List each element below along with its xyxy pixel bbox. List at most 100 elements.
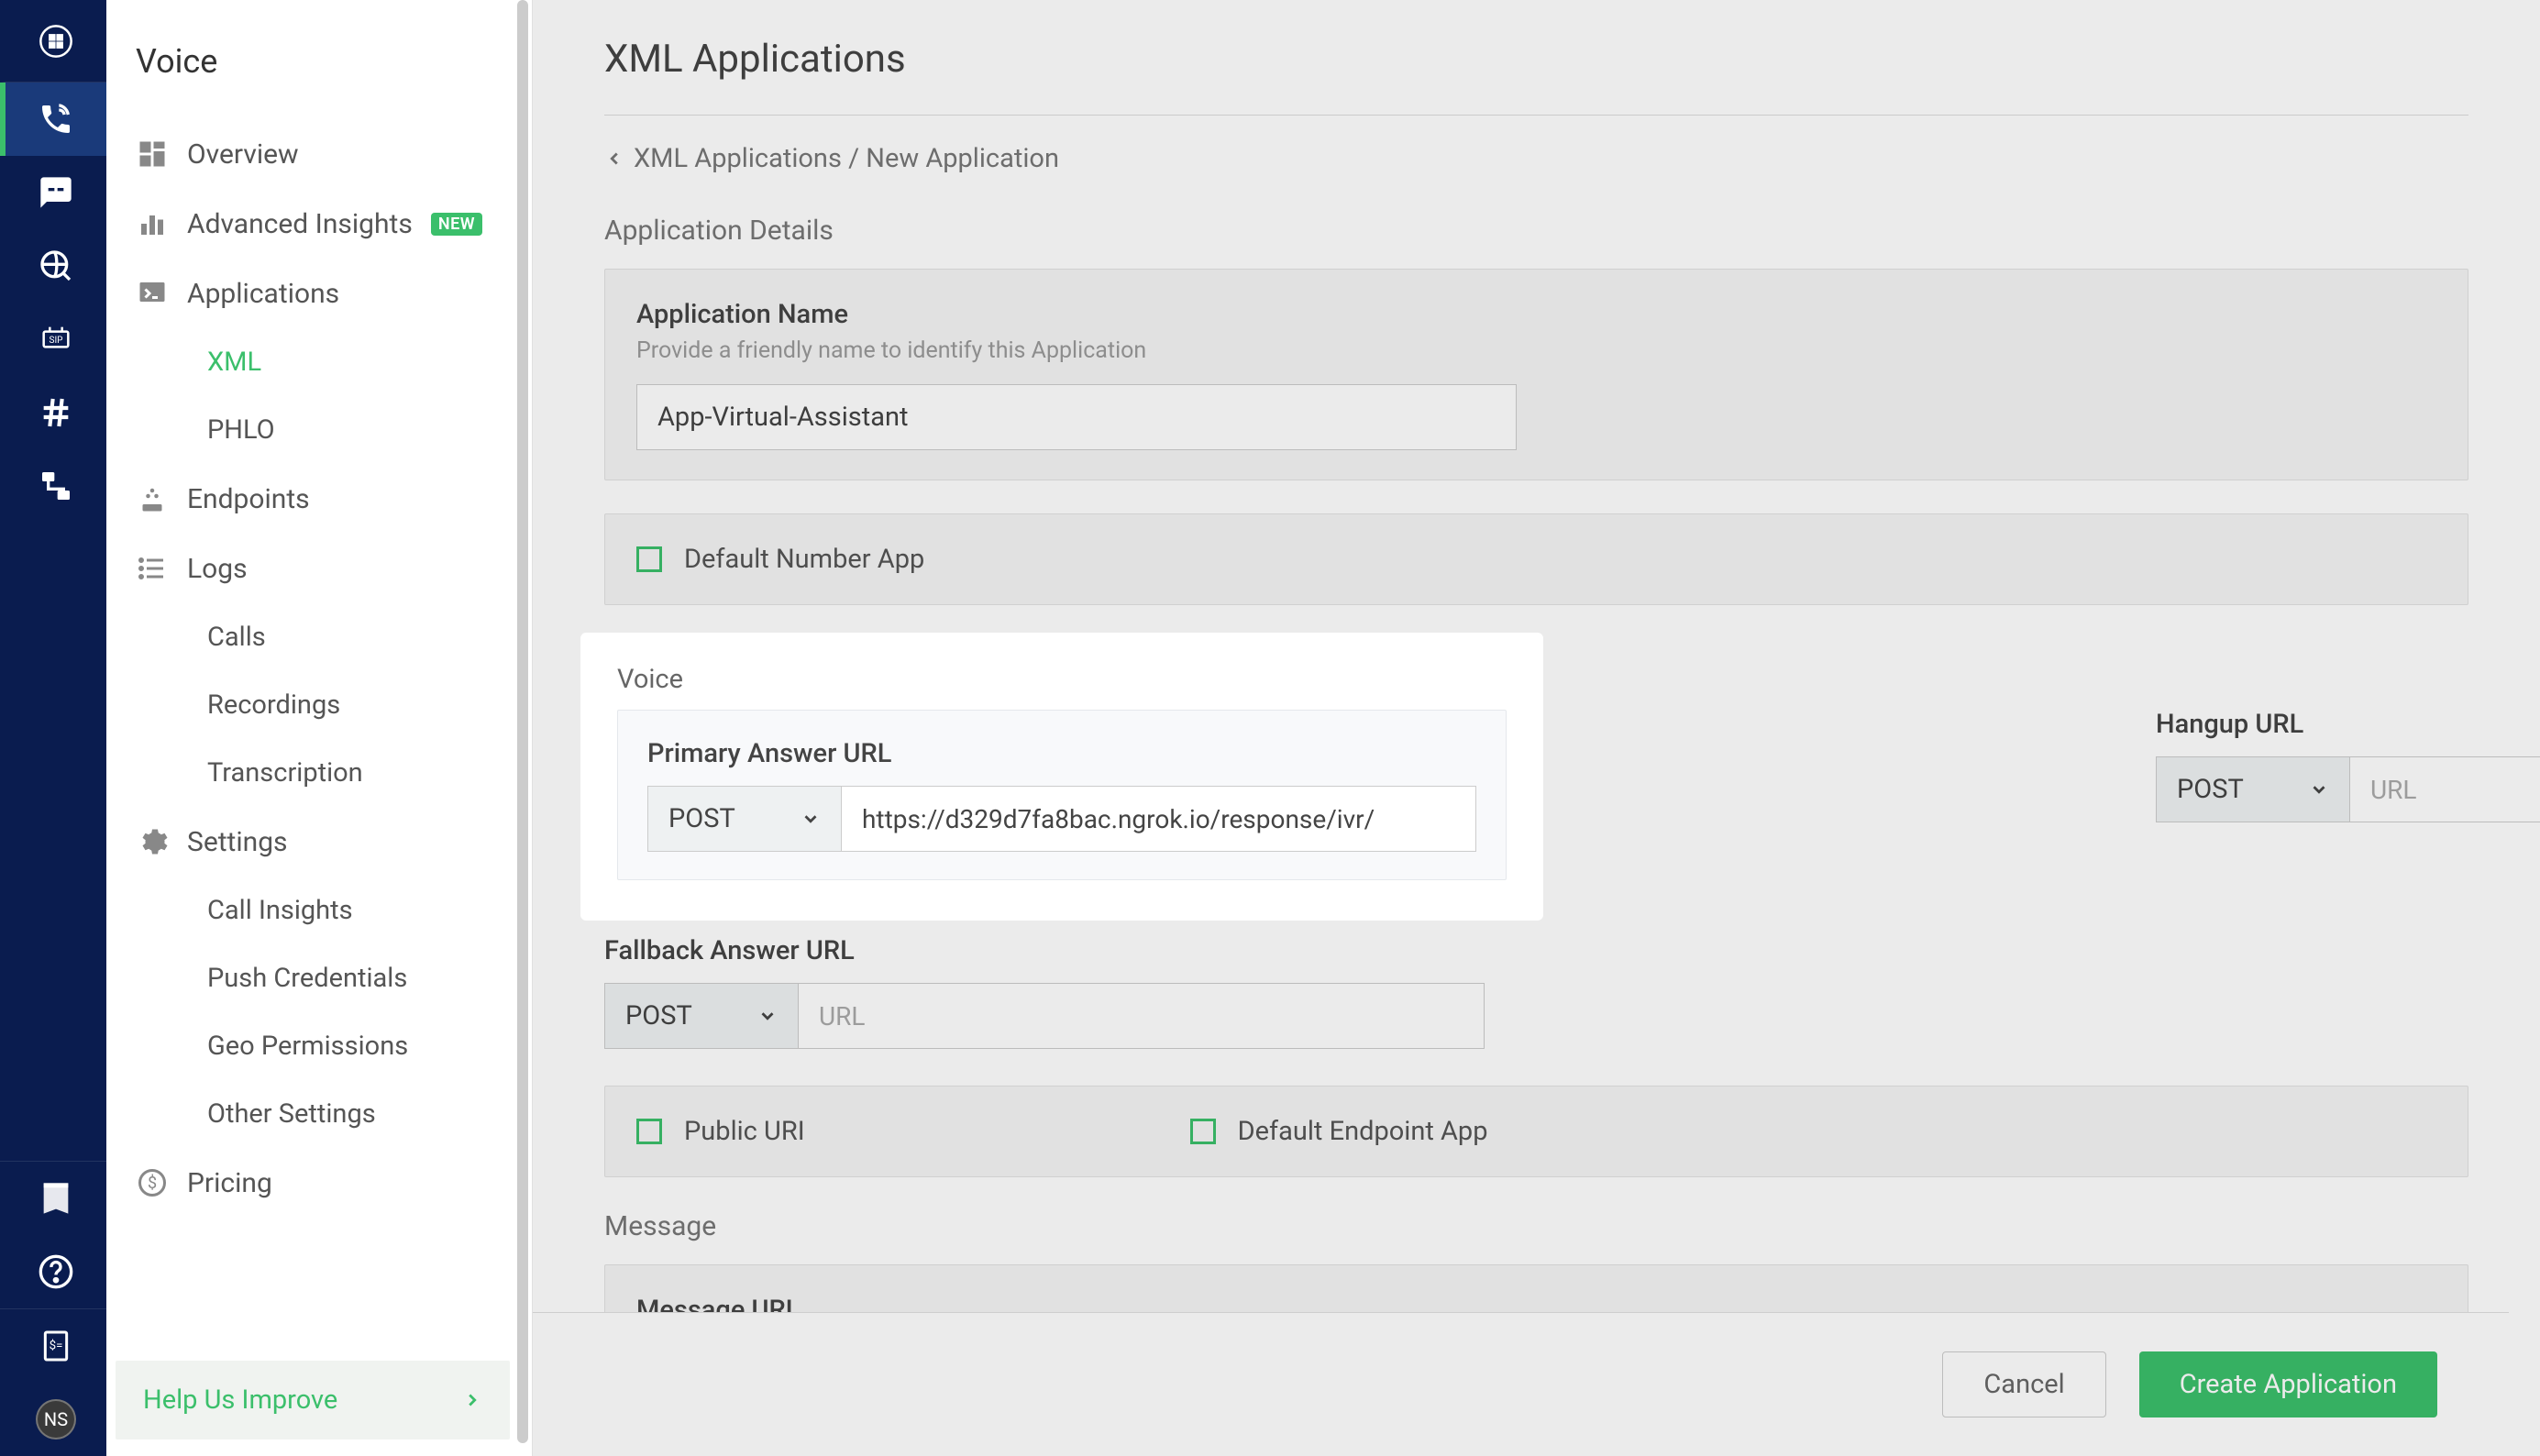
nav-item-applications[interactable]: Applications [106,259,532,328]
rail-item-numbers[interactable] [0,376,106,449]
hash-icon [38,394,74,431]
chevron-left-icon [604,149,624,169]
nav-label: Logs [187,553,248,585]
nav-label: Settings [187,826,288,858]
breadcrumb-text: XML Applications / New Application [634,143,1059,174]
voice-highlight-block: Voice Primary Answer URL POST [586,638,1538,915]
section-message: Message [604,1210,2468,1242]
nav-item-other-settings[interactable]: Other Settings [106,1080,532,1148]
phone-icon [38,101,74,138]
list-icon [136,552,169,585]
input-fallback-url[interactable] [799,983,1485,1049]
svg-text:SIP: SIP [50,336,63,346]
endpoints-icon [136,482,169,515]
hint-application-name: Provide a friendly name to identify this… [636,337,2436,364]
input-application-name[interactable] [636,384,1517,450]
select-primary-method[interactable]: POST [647,786,842,852]
scrollbar[interactable] [517,0,528,1443]
rail-item-docs[interactable] [0,1162,106,1235]
select-fallback-method[interactable]: POST [604,983,799,1049]
nav-item-transcription[interactable]: Transcription [106,739,532,807]
checkbox-default-endpoint[interactable] [1190,1119,1216,1144]
nav-label: Transcription [207,757,363,789]
receipt-icon: $= [38,1328,74,1364]
cancel-label: Cancel [1983,1369,2064,1400]
rail-item-account[interactable]: NS [0,1383,106,1456]
create-label: Create Application [2180,1369,2397,1400]
rail-item-voice[interactable] [0,83,106,156]
avatar: NS [36,1399,76,1439]
select-hangup-method-value: POST [2177,774,2244,805]
nav-label: Other Settings [207,1098,376,1130]
checkbox-default-number[interactable] [636,546,662,572]
chat-icon [38,174,74,211]
rail-item-help[interactable] [0,1235,106,1308]
gear-icon [136,825,169,858]
sidebar-title: Voice [106,0,532,119]
help-improve-label: Help Us Improve [143,1384,337,1416]
label-default-endpoint: Default Endpoint App [1238,1116,1488,1147]
page-title: XML Applications [604,37,2468,116]
nav-item-push-credentials[interactable]: Push Credentials [106,944,532,1012]
rail-item-lookup[interactable] [0,229,106,303]
nav-label: Applications [187,278,339,310]
section-application-details: Application Details [604,215,2468,247]
label-primary-answer: Primary Answer URL [647,738,1476,769]
terminal-icon [136,277,169,310]
new-badge: NEW [431,213,482,236]
rail-item-zentrunk[interactable] [0,449,106,523]
label-application-name: Application Name [636,299,2436,330]
svg-text:$=: $= [50,1339,63,1352]
main-content: XML Applications XML Applications / New … [533,0,2540,1456]
svg-text:$: $ [148,1174,157,1193]
nav-label: XML [207,347,261,378]
input-hangup-url[interactable] [2350,756,2540,822]
dashboard-icon [136,138,169,171]
nav-item-settings[interactable]: Settings [106,807,532,877]
label-fallback: Fallback Answer URL [604,935,2468,966]
card-hangup: Hangup URL POST [2156,709,2540,822]
nav-label: PHLO [207,414,275,446]
chevron-down-icon [801,809,821,829]
nav-label: Push Credentials [207,963,407,994]
breadcrumb[interactable]: XML Applications / New Application [604,116,2468,215]
nav-item-calls[interactable]: Calls [106,603,532,671]
rail-item-messaging[interactable] [0,156,106,229]
nav-item-insights[interactable]: Advanced Insights NEW [106,189,532,259]
help-improve-button[interactable]: Help Us Improve [116,1361,510,1439]
section-voice: Voice [617,664,1507,695]
sip-icon: SIP [38,321,74,358]
cancel-button[interactable]: Cancel [1942,1351,2105,1417]
avatar-initials: NS [44,1408,68,1430]
chevron-down-icon [2309,779,2329,800]
create-application-button[interactable]: Create Application [2139,1351,2437,1417]
nav-label: Recordings [207,689,340,721]
nav-label: Endpoints [187,483,310,515]
label-public-uri: Public URI [684,1116,805,1147]
chart-icon [136,207,169,240]
chevron-right-icon [462,1390,482,1410]
nav-list: Overview Advanced Insights NEW Applicati… [106,119,532,1456]
chevron-down-icon [757,1006,778,1026]
nav-label: Geo Permissions [207,1031,408,1062]
label-default-number: Default Number App [684,544,924,575]
checkbox-public-uri[interactable] [636,1119,662,1144]
nav-label: Call Insights [207,895,353,926]
input-primary-url[interactable] [842,786,1476,852]
rail-item-billing[interactable]: $= [0,1309,106,1383]
nav-item-geo-permissions[interactable]: Geo Permissions [106,1012,532,1080]
icon-rail: SIP $= NS [0,0,106,1456]
rail-item-sip[interactable]: SIP [0,303,106,376]
nav-item-call-insights[interactable]: Call Insights [106,877,532,944]
nav-item-recordings[interactable]: Recordings [106,671,532,739]
footer-bar: Cancel Create Application [533,1312,2509,1456]
select-hangup-method[interactable]: POST [2156,756,2350,822]
nav-item-xml[interactable]: XML [106,328,532,396]
nav-item-phlo[interactable]: PHLO [106,396,532,464]
rail-item-home[interactable] [0,0,106,83]
nav-item-logs[interactable]: Logs [106,534,532,603]
nav-item-overview[interactable]: Overview [106,119,532,189]
cloud-grid-icon [38,23,74,60]
nav-item-endpoints[interactable]: Endpoints [106,464,532,534]
nav-item-pricing[interactable]: $ Pricing [106,1148,532,1218]
